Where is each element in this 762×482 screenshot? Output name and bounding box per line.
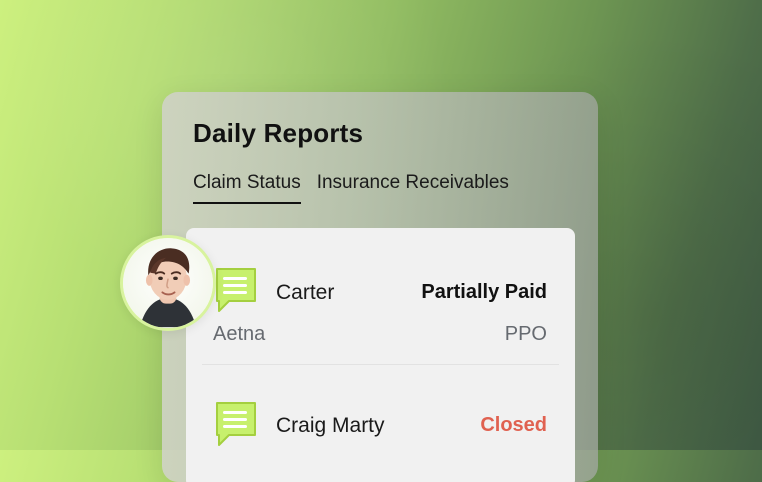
patient-name: Carter <box>276 281 335 304</box>
payer-name: Aetna <box>213 323 266 345</box>
message-icon <box>213 265 259 317</box>
claim-row[interactable]: Craig Marty Closed <box>186 364 575 482</box>
message-icon <box>213 399 259 451</box>
plan-type: PPO <box>504 323 547 345</box>
page-title: Daily Reports <box>193 118 364 148</box>
tab-claim-status[interactable]: Claim Status <box>193 172 301 204</box>
patient-name: Craig Marty <box>276 414 385 437</box>
tab-insurance-receivables[interactable]: Insurance Receivables <box>317 172 509 202</box>
report-tabs: Claim Status Insurance Receivables <box>193 172 509 204</box>
daily-reports-panel: Daily Reports Claim Status Insurance Rec… <box>162 92 598 482</box>
claim-status: Partially Paid <box>421 281 547 303</box>
avatar[interactable] <box>120 235 216 331</box>
claim-status: Closed <box>480 414 547 436</box>
claim-row[interactable]: Carter Partially Paid Aetna PPO <box>186 228 575 348</box>
claims-card: Carter Partially Paid Aetna PPO Craig Ma… <box>186 228 575 482</box>
